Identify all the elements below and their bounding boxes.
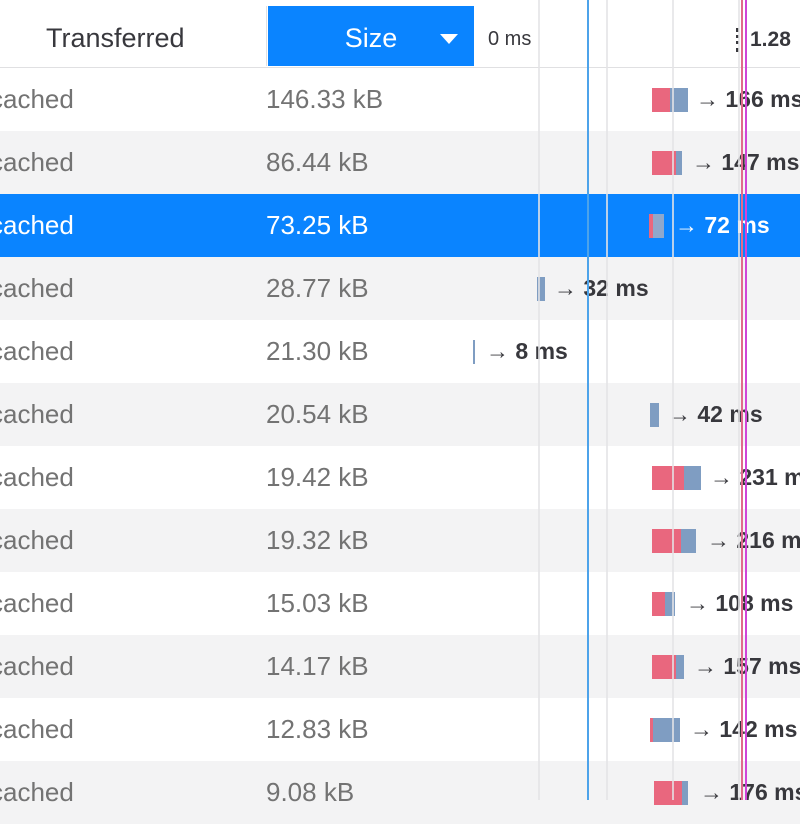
table-row[interactable]: cached 146.33 kB → 166 ms xyxy=(0,68,800,131)
waterfall-cell: → 32 ms xyxy=(474,257,800,320)
column-divider[interactable] xyxy=(266,6,267,66)
timing-bar xyxy=(652,655,684,679)
transferred-cell: cached xyxy=(0,462,74,492)
timing-label: → 8 ms xyxy=(486,338,568,364)
table-row[interactable]: cached 21.30 kB → 8 ms xyxy=(0,320,800,383)
transferred-cell: cached xyxy=(0,714,74,744)
waterfall-cell: → 231 ms xyxy=(474,446,800,509)
timing-bar xyxy=(649,214,664,238)
transferred-cell: cached xyxy=(0,777,74,807)
timing-bar xyxy=(654,781,688,805)
waterfall-cell: → 108 ms xyxy=(474,572,800,635)
transferred-cell: cached xyxy=(0,525,74,555)
timing-label: → 231 ms xyxy=(710,464,800,490)
column-resize-handle[interactable] xyxy=(736,28,742,52)
timing-bar xyxy=(652,529,696,553)
waterfall-tick-label: 0 ms xyxy=(488,28,532,50)
waterfall-cell: → 166 ms xyxy=(474,68,800,131)
size-cell: 14.17 kB xyxy=(266,651,369,681)
transferred-cell: cached xyxy=(0,147,74,177)
timing-label: → 42 ms xyxy=(668,401,763,427)
waterfall-cell: → 142 ms xyxy=(474,698,800,761)
timing-bar xyxy=(650,718,680,742)
table-row[interactable]: cached 86.44 kB → 147 ms xyxy=(0,131,800,194)
transferred-cell: cached xyxy=(0,336,74,366)
column-header-transferred-label: Transferred xyxy=(46,23,185,53)
waterfall-tick-label: 1.28 xyxy=(750,28,791,51)
column-header-transferred[interactable]: Transferred xyxy=(0,0,266,67)
transferred-cell: cached xyxy=(0,651,74,681)
transferred-cell: cached xyxy=(0,588,74,618)
size-cell: 86.44 kB xyxy=(266,147,369,177)
transferred-cell: cached xyxy=(0,273,74,303)
column-header-size[interactable]: Size xyxy=(268,6,474,66)
waterfall-cell: → 8 ms xyxy=(473,320,800,383)
table-row[interactable]: cached 12.83 kB → 142 ms xyxy=(0,698,800,761)
transferred-cell: cached xyxy=(0,84,74,114)
timing-label: → 166 ms xyxy=(696,86,800,112)
table-row[interactable]: cached 9.08 kB → 176 ms xyxy=(0,761,800,824)
waterfall-cell: → 157 ms xyxy=(474,635,800,698)
timing-label: → 216 ms xyxy=(707,527,800,553)
timing-label: → 176 ms xyxy=(700,779,800,805)
timing-label: → 142 ms xyxy=(690,716,798,742)
timing-bar xyxy=(652,151,682,175)
timing-label: → 32 ms xyxy=(554,275,649,301)
waterfall-cell: → 72 ms xyxy=(474,194,800,257)
table-row[interactable]: cached 73.25 kB → 72 ms xyxy=(0,194,800,257)
table-row[interactable]: cached 28.77 kB → 32 ms xyxy=(0,257,800,320)
timing-bar xyxy=(652,466,701,490)
size-cell: 19.42 kB xyxy=(266,462,369,492)
waterfall-cell: → 147 ms xyxy=(474,131,800,194)
table-row[interactable]: cached 15.03 kB → 108 ms xyxy=(0,572,800,635)
transferred-cell: cached xyxy=(0,399,74,429)
waterfall-cell: → 176 ms xyxy=(474,761,800,824)
table-row[interactable]: cached 19.42 kB → 231 ms xyxy=(0,446,800,509)
timing-label: → 147 ms xyxy=(692,149,800,175)
table-row[interactable]: cached 14.17 kB → 157 ms xyxy=(0,635,800,698)
timing-bar xyxy=(652,88,688,112)
timing-label: → 72 ms xyxy=(675,212,770,238)
sort-descending-icon xyxy=(440,34,458,44)
size-cell: 19.32 kB xyxy=(266,525,369,555)
table-row[interactable]: cached 19.32 kB → 216 ms xyxy=(0,509,800,572)
size-cell: 146.33 kB xyxy=(266,84,384,114)
transferred-cell: cached xyxy=(0,210,74,240)
network-request-table: Transferred Size 0 ms 1.28 cached 146.33… xyxy=(0,0,800,824)
timing-label: → 108 ms xyxy=(686,590,794,616)
size-cell: 12.83 kB xyxy=(266,714,369,744)
waterfall-cell: → 216 ms xyxy=(474,509,800,572)
table-row[interactable]: cached 20.54 kB → 42 ms xyxy=(0,383,800,446)
size-cell: 21.30 kB xyxy=(266,336,369,366)
timing-bar xyxy=(652,592,675,616)
table-header: Transferred Size 0 ms 1.28 xyxy=(0,0,800,68)
waterfall-cell: → 42 ms xyxy=(474,383,800,446)
timing-bar xyxy=(650,403,659,427)
timing-label: → 157 ms xyxy=(694,653,800,679)
timing-bar xyxy=(537,277,545,301)
size-cell: 28.77 kB xyxy=(266,273,369,303)
size-cell: 73.25 kB xyxy=(266,210,369,240)
size-cell: 20.54 kB xyxy=(266,399,369,429)
size-cell: 9.08 kB xyxy=(266,777,355,807)
timing-bar xyxy=(473,340,475,364)
size-cell: 15.03 kB xyxy=(266,588,369,618)
column-header-waterfall[interactable]: 0 ms 1.28 xyxy=(474,0,800,67)
